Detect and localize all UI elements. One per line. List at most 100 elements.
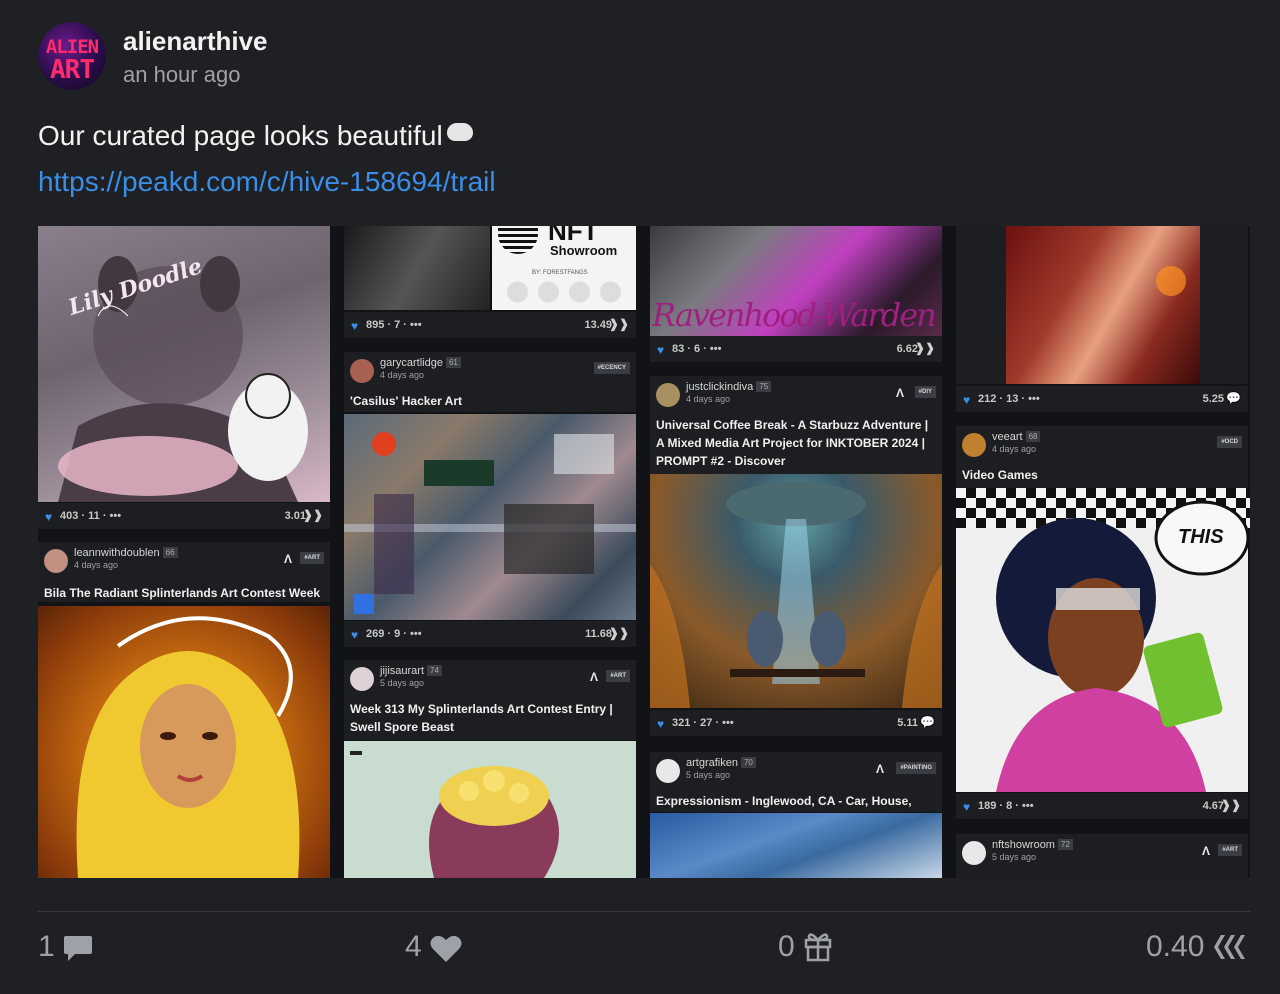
- card-tag[interactable]: #OCD: [1217, 436, 1242, 448]
- card-author-avatar[interactable]: [656, 383, 680, 407]
- card-timestamp: 4 days ago: [74, 560, 119, 570]
- payout-display[interactable]: 0.40: [1146, 930, 1248, 964]
- card-image-ravenhood-warden: Ravenhood-Warden: [650, 226, 942, 336]
- card-title[interactable]: 'Casilus' Hacker Art: [350, 392, 628, 410]
- screenshot-column-2: NFT Showroom BY: FORESTFANGS ♥ 895 · 7 ·…: [344, 226, 636, 878]
- card-meta-bar: ♥ 895 · 7 · ••• 13.49 ❱❱: [344, 312, 636, 338]
- heart-icon[interactable]: ♥: [657, 717, 664, 731]
- card-author-avatar[interactable]: [350, 359, 374, 383]
- card-author-avatar[interactable]: [350, 667, 374, 691]
- card-tag[interactable]: #ART: [1218, 844, 1242, 856]
- card-header[interactable]: leannwithdoublen 66 4 days ago Λ #ART Bil…: [38, 542, 330, 618]
- card-header[interactable]: jijisaurart 74 5 days ago Λ #ART Week 313…: [344, 660, 636, 740]
- card-author-avatar[interactable]: [656, 759, 680, 783]
- card-counts: 212 · 13 · •••: [978, 393, 1040, 405]
- card-author-avatar[interactable]: [44, 549, 68, 573]
- card-payout: 5.11: [897, 717, 918, 729]
- heart-icon[interactable]: ♥: [963, 393, 970, 407]
- card-title[interactable]: Week 313 My Splinterlands Art Contest En…: [350, 700, 628, 736]
- comments-count: 1: [38, 930, 55, 963]
- card-header[interactable]: garycartlidge 61 4 days ago #ECENCY 'Casi…: [344, 352, 636, 412]
- nft-banner-label: Showroom: [550, 243, 618, 258]
- card-author-name[interactable]: leannwithdoublen: [74, 547, 160, 559]
- card-author[interactable]: jijisaurart 74: [380, 665, 442, 677]
- hive-payout-icon: ❱❱: [1220, 798, 1241, 812]
- card-author-name[interactable]: garycartlidge: [380, 357, 443, 369]
- heart-icon[interactable]: ♥: [351, 628, 358, 642]
- reputation-badge: 61: [445, 357, 461, 368]
- card-image-expressionism: [650, 813, 942, 878]
- post-body-text: Our curated page looks beautiful: [38, 120, 443, 151]
- card-tag[interactable]: #DIY: [914, 386, 936, 398]
- card-title[interactable]: Video Games: [962, 466, 1240, 484]
- thought-bubble-icon: [446, 123, 473, 141]
- comments-button[interactable]: 1: [38, 930, 93, 964]
- screenshot-column-4: ♥ 212 · 13 · ••• 5.25 💬 veeart 68 4 days …: [956, 226, 1250, 878]
- screenshot-column-3: Ravenhood-Warden ♥ 83 · 6 · ••• 6.62 ❱❱ …: [650, 226, 942, 878]
- card-counts: 403 · 11 · •••: [60, 510, 122, 522]
- card-author[interactable]: nftshowroom 72: [992, 839, 1073, 851]
- peakd-icon: Λ: [875, 762, 884, 776]
- embedded-screenshot[interactable]: Lily Doodle ♥ 403 · 11 · ••• 3.01 ❱❱ lea…: [38, 226, 1250, 878]
- card-meta-bar: ♥ 83 · 6 · ••• 6.62 ❱❱: [650, 336, 942, 362]
- card-author-name[interactable]: justclickindiva: [686, 381, 753, 393]
- card-tag[interactable]: #PAINTING: [896, 762, 936, 774]
- card-counts: 269 · 9 · •••: [366, 628, 422, 640]
- heart-icon[interactable]: ♥: [45, 510, 52, 524]
- card-header[interactable]: justclickindiva 75 4 days ago Λ #DIY Univ…: [650, 376, 942, 474]
- post-link[interactable]: https://peakd.com/c/hive-158694/trail: [38, 166, 496, 198]
- speech-bubble-text: THIS: [1178, 526, 1224, 548]
- card-author-name[interactable]: veeart: [992, 431, 1023, 443]
- photo-highlight: [1156, 266, 1186, 296]
- heart-icon[interactable]: ♥: [657, 343, 664, 357]
- card-title[interactable]: Universal Coffee Break - A Starbuzz Adve…: [656, 416, 934, 470]
- card-tag[interactable]: #ART: [606, 670, 630, 682]
- card-header[interactable]: veeart 68 4 days ago #OCD Video Games: [956, 426, 1248, 488]
- card-image-coffee-break: [650, 474, 942, 708]
- avatar-logo-text-bottom: ART: [50, 55, 95, 85]
- author-avatar[interactable]: ALIEN ART: [38, 22, 106, 90]
- card-author[interactable]: leannwithdoublen 66: [74, 547, 178, 559]
- card-author[interactable]: artgrafiken 70: [686, 757, 756, 769]
- card-meta-bar: ♥ 403 · 11 · ••• 3.01 ❱❱: [38, 503, 330, 529]
- screenshot-column-1: Lily Doodle ♥ 403 · 11 · ••• 3.01 ❱❱ lea…: [38, 226, 330, 878]
- card-author-name[interactable]: artgrafiken: [686, 757, 738, 769]
- card-author-name[interactable]: nftshowroom: [992, 839, 1055, 851]
- card-counts: 83 · 6 · •••: [672, 343, 722, 355]
- post-timestamp[interactable]: an hour ago: [123, 62, 240, 88]
- nft-showroom-banner: NFT Showroom BY: FORESTFANGS: [492, 226, 636, 310]
- vote-button[interactable]: 4: [405, 930, 462, 964]
- comment-icon: [63, 936, 92, 961]
- card-image-lily-doodle: Lily Doodle: [38, 226, 330, 502]
- card-author[interactable]: justclickindiva 75: [686, 381, 772, 393]
- tips-count: 0: [778, 930, 795, 963]
- payout-amount: 0.40: [1146, 930, 1205, 963]
- peakd-icon: Λ: [895, 386, 904, 400]
- reputation-badge: 74: [427, 665, 442, 676]
- author-username[interactable]: alienarthive: [123, 26, 268, 57]
- card-image-figure: [956, 226, 1248, 384]
- card-header[interactable]: nftshowroom 72 5 days ago Λ #ART: [956, 834, 1248, 878]
- card-tag[interactable]: #ECENCY: [593, 362, 630, 374]
- card-header[interactable]: artgrafiken 70 5 days ago Λ #PAINTING Exp…: [650, 752, 942, 826]
- heart-icon[interactable]: ♥: [963, 800, 970, 814]
- card-image-bila: [38, 606, 330, 878]
- card-author[interactable]: garycartlidge 61: [380, 357, 461, 369]
- nft-wave-logo-icon: [498, 228, 538, 254]
- reputation-badge: 66: [162, 547, 178, 558]
- card-author[interactable]: veeart 68: [992, 431, 1041, 443]
- artwork-title-text: Ravenhood-Warden: [652, 296, 937, 334]
- card-timestamp: 4 days ago: [380, 370, 425, 380]
- card-author-avatar[interactable]: [962, 433, 986, 457]
- card-image-casilus-hacker-art: [344, 414, 636, 620]
- card-payout: 5.25: [1202, 393, 1224, 405]
- photo-artwork: [1006, 226, 1200, 384]
- reputation-badge: 72: [1057, 839, 1073, 850]
- heart-icon[interactable]: ♥: [351, 319, 358, 333]
- tip-button[interactable]: 0: [778, 930, 833, 964]
- hive-payout-icon: ❱❱: [608, 626, 629, 640]
- card-tag[interactable]: #ART: [300, 552, 324, 564]
- card-author-name[interactable]: jijisaurart: [380, 665, 424, 677]
- card-author-avatar[interactable]: [962, 841, 986, 865]
- hive-payout-icon: ❱❱: [914, 341, 935, 355]
